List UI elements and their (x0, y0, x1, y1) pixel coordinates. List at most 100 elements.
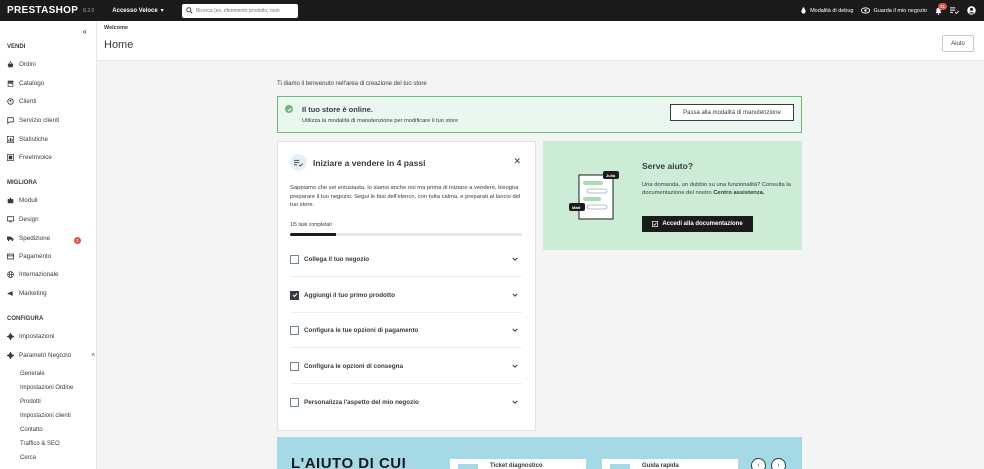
search-input[interactable] (195, 7, 296, 14)
account-button[interactable] (967, 6, 976, 15)
sidebar-item-international[interactable]: Internazionale (7, 271, 59, 278)
search-icon (185, 7, 193, 14)
sidebar-item-settings[interactable]: Impostazioni (7, 333, 54, 340)
section-title-sell: VENDI (7, 44, 26, 50)
sidebar-item-orders[interactable]: Ordini (7, 61, 36, 68)
sidebar-subitem-customer-settings[interactable]: Impostazioni clienti (20, 413, 71, 419)
card-intro: Sappiamo che sei entusiasta, lo siamo an… (290, 185, 521, 208)
sidebar-item-label: Moduli (19, 197, 38, 204)
debug-mode-link[interactable]: Modalità di debug (800, 7, 853, 14)
sidebar-item-customer-service[interactable]: Servizio clienti (7, 117, 59, 124)
help-button[interactable]: Aiuto (942, 35, 974, 52)
task-label: Collega il tuo negozio (304, 255, 370, 263)
support-illustration: Julia Matt (569, 171, 619, 220)
alert-text: Utilizza la modalità di manutenzione per… (302, 118, 459, 124)
task-checkbox[interactable] (290, 397, 299, 407)
sidebar-item-label: FreeInvoice (19, 154, 52, 161)
task-add-first-product[interactable]: Aggiungi il tuo primo prodotto (290, 286, 522, 304)
view-store-link[interactable]: Guarda il mio negozio (861, 7, 927, 14)
collapse-sidebar-icon[interactable]: « (83, 27, 87, 36)
sidebar-item-shop-parameters[interactable]: Parametri Negozio ˄ (7, 352, 95, 359)
task-customize-look[interactable]: Personalizza l'aspetto del mio negozio (290, 393, 522, 411)
sidebar-item-label: Marketing (19, 290, 47, 297)
welcome-text: Ti diamo il benvenuto nell'area di creaz… (277, 81, 427, 87)
bug-icon (801, 7, 806, 14)
quick-access-label: Accesso Veloce (112, 7, 158, 14)
task-checkbox[interactable] (290, 254, 299, 264)
sidebar-item-label: Parametri Negozio (19, 352, 72, 359)
task-checkbox[interactable] (290, 325, 299, 335)
sidebar-item-label: Catalogo (19, 80, 45, 87)
divider (290, 276, 522, 277)
sidebar-item-catalog[interactable]: Catalogo (7, 80, 44, 87)
gear-icon (7, 333, 14, 340)
quick-guide-card[interactable]: Guida rapida (602, 459, 738, 469)
sidebar-item-freeinvoice[interactable]: FreeInvoice (7, 154, 52, 161)
sidebar-item-label: Ordini (19, 61, 36, 68)
task-connect-store[interactable]: Collega il tuo negozio (290, 250, 522, 268)
sidebar-item-stats[interactable]: Statistiche (7, 136, 48, 143)
chevron-down-icon[interactable] (512, 363, 518, 370)
page-header: Welcome Home Aiuto (97, 21, 984, 61)
account-circle-icon (7, 98, 14, 105)
globe-icon (7, 271, 14, 278)
store-online-alert: Il tuo store è online. Utilizza la modal… (277, 96, 802, 133)
close-icon[interactable]: ✕ (513, 156, 521, 167)
alert-title: Il tuo store è online. (302, 105, 373, 114)
documentation-button-label: Accedi alla documentazione (662, 221, 743, 227)
sidebar-item-marketing[interactable]: Marketing (7, 290, 47, 297)
sidebar-item-payment[interactable]: Pagamento (7, 253, 51, 260)
help-center-link[interactable]: Centro assistenza. (713, 190, 764, 196)
task-checkbox-checked[interactable] (290, 290, 299, 300)
store-icon (7, 80, 14, 87)
page-title: Home (104, 39, 134, 51)
menu-button[interactable] (950, 7, 959, 14)
sidebar-subitem-order-settings[interactable]: Impostazioni Ordine (20, 385, 73, 391)
task-label: Configura le opzioni di consegna (304, 362, 404, 370)
card-label: Guida rapida (642, 463, 679, 469)
chevron-down-icon[interactable] (512, 292, 518, 299)
sidebar-subitem-traffic-seo[interactable]: Traffico & SEO (20, 441, 60, 447)
maintenance-mode-button[interactable]: Passa alla modalità di manutenzione (670, 104, 794, 121)
divider (290, 312, 522, 313)
section-title-improve: MIGLIORA (7, 180, 37, 186)
top-bar: PRESTASHOP 8.2.0 Accesso Veloce ▾ Modali… (0, 0, 984, 21)
chevron-down-icon[interactable] (512, 256, 518, 263)
sidebar-item-design[interactable]: Design (7, 216, 39, 223)
diagnostic-ticket-card[interactable]: Ticket diagnostico (450, 459, 586, 469)
checklist-icon (290, 154, 307, 171)
task-configure-shipping[interactable]: Configura le opzioni di consegna (290, 357, 522, 375)
design-badge: 1 (74, 237, 81, 244)
section-title-configure: CONFIGURA (7, 316, 44, 322)
card-title: Iniziare a vendere in 4 passi (313, 158, 426, 168)
bubble-label-matt: Matt (572, 205, 581, 210)
list-check-icon (950, 7, 959, 14)
sidebar-item-label: Servizio clienti (19, 117, 60, 124)
sidebar-subitem-general[interactable]: Generale (20, 371, 45, 377)
sidebar-subitem-search[interactable]: Cerca (20, 455, 36, 461)
sidebar-item-modules[interactable]: Moduli (7, 197, 38, 204)
megaphone-icon (7, 290, 14, 297)
task-checkbox[interactable] (290, 361, 299, 371)
sidebar-subitem-contact[interactable]: Contatto (20, 427, 43, 433)
sidebar-subitem-products[interactable]: Prodotti (20, 399, 41, 405)
chevron-up-icon: ˄ (91, 352, 95, 359)
next-button[interactable]: › (771, 458, 786, 469)
help-card: Julia Matt Serve aiuto? Una domanda, un … (543, 141, 802, 250)
card-label: Ticket diagnostico (490, 463, 543, 469)
sidebar-item-customers[interactable]: Clienti (7, 98, 37, 105)
documentation-button[interactable]: Accedi alla documentazione (642, 216, 753, 232)
logo[interactable]: PRESTASHOP (7, 5, 78, 16)
credit-card-icon (7, 253, 14, 260)
quick-access-dropdown[interactable]: Accesso Veloce ▾ (112, 7, 163, 15)
task-configure-payment[interactable]: Configura le tue opzioni di pagamento (290, 321, 522, 339)
notifications-button[interactable]: 31 (935, 2, 947, 15)
search-box[interactable] (181, 3, 298, 18)
sidebar: « VENDI Ordini Catalogo Clienti Servizio… (0, 21, 97, 469)
prev-button[interactable]: ‹ (751, 458, 766, 469)
sidebar-item-label: Statistiche (19, 136, 49, 143)
breadcrumb[interactable]: Welcome (104, 25, 128, 31)
chevron-down-icon[interactable] (512, 327, 518, 334)
sidebar-item-shipping[interactable]: Spedizione (7, 235, 50, 242)
chevron-down-icon[interactable] (512, 399, 518, 406)
